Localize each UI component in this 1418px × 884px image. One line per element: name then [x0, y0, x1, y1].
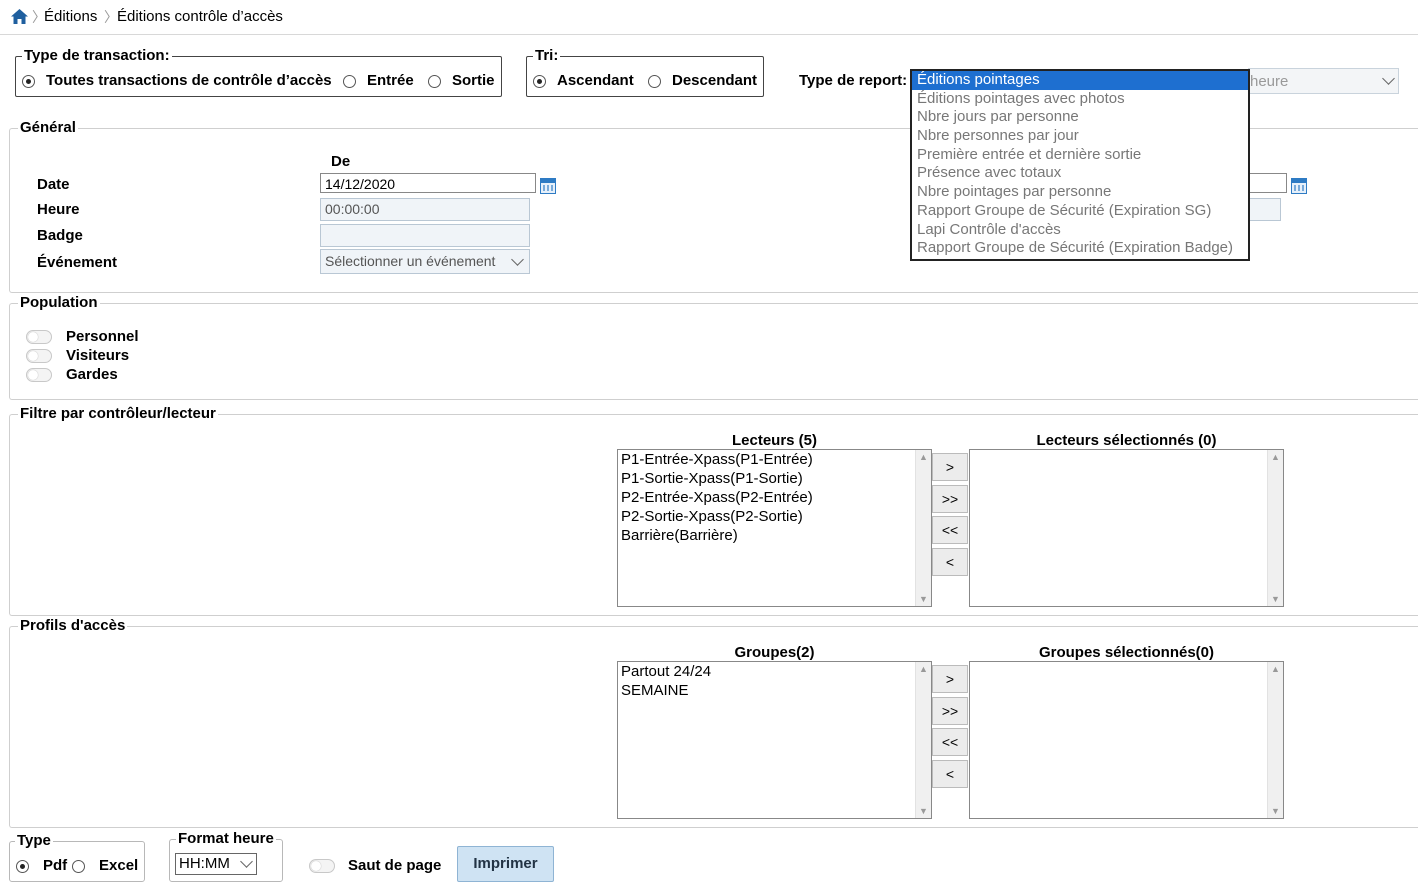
radio-pdf[interactable] — [16, 860, 29, 873]
scrollbar[interactable]: ▲ ▼ — [1267, 662, 1283, 818]
breadcrumb: 〉 Éditions 〉 Éditions contrôle d’accès — [0, 0, 1418, 35]
scrollbar[interactable]: ▲ ▼ — [915, 450, 931, 606]
breadcrumb-item-current: Éditions contrôle d’accès — [117, 8, 283, 25]
groupes-available-list[interactable]: Partout 24/24 SEMAINE ▲ ▼ — [617, 661, 932, 819]
report-option[interactable]: Lapi Contrôle d'accès — [912, 221, 1248, 240]
move-left-button[interactable]: < — [932, 548, 968, 576]
date-from-input[interactable]: 14/12/2020 — [320, 173, 536, 193]
chevron-down-icon — [240, 855, 253, 868]
radio-entree[interactable] — [343, 75, 356, 88]
personnel-label: Personnel — [66, 328, 139, 345]
report-option[interactable]: Rapport Groupe de Sécurité (Expiration B… — [912, 239, 1248, 258]
lecteurs-available-title: Lecteurs (5) — [731, 432, 818, 449]
move-all-left-button[interactable]: << — [932, 516, 968, 544]
filtre-legend: Filtre par contrôleur/lecteur — [18, 405, 218, 422]
move-left-button[interactable]: < — [932, 760, 968, 788]
toggle-personnel[interactable] — [26, 330, 52, 344]
radio-ascendant[interactable] — [533, 75, 546, 88]
radio-all-transactions-label: Toutes transactions de contrôle d’accès — [46, 72, 332, 89]
breadcrumb-item-editions[interactable]: Éditions — [44, 8, 97, 25]
evenement-select-value: Sélectionner un événement — [325, 253, 496, 269]
radio-pdf-label: Pdf — [43, 857, 68, 874]
visiteurs-label: Visiteurs — [66, 347, 130, 364]
scrollbar[interactable]: ▲ ▼ — [915, 662, 931, 818]
report-type-dropdown[interactable]: Éditions pointages Éditions pointages av… — [910, 69, 1250, 261]
col-de-header: De — [331, 153, 351, 170]
report-option[interactable]: Rapport Groupe de Sécurité (Expiration S… — [912, 202, 1248, 221]
list-item[interactable]: P1-Entrée-Xpass(P1-Entrée) — [618, 450, 931, 469]
radio-excel-label: Excel — [99, 857, 139, 874]
groupes-available-title: Groupes(2) — [734, 644, 815, 661]
radio-ascendant-label: Ascendant — [557, 72, 634, 89]
move-right-button[interactable]: > — [932, 453, 968, 481]
format-heure-value: HH:MM — [179, 855, 230, 872]
radio-excel[interactable] — [72, 860, 85, 873]
list-item[interactable]: P2-Sortie-Xpass(P2-Sortie) — [618, 507, 931, 526]
radio-sortie[interactable] — [428, 75, 441, 88]
move-all-left-button[interactable]: << — [932, 728, 968, 756]
print-button[interactable]: Imprimer — [457, 846, 554, 882]
home-icon[interactable] — [10, 8, 29, 25]
saut-de-page-label: Saut de page — [348, 857, 442, 874]
list-item[interactable]: P1-Sortie-Xpass(P1-Sortie) — [618, 469, 931, 488]
toggle-gardes[interactable] — [26, 368, 52, 382]
toggle-saut-de-page[interactable] — [309, 859, 335, 873]
evenement-label: Événement — [37, 254, 118, 271]
chevron-down-icon — [1382, 72, 1395, 85]
report-type-select-value: heure — [1250, 73, 1289, 90]
tri-legend: Tri: — [533, 47, 561, 64]
output-type-legend: Type — [15, 832, 53, 849]
date-label: Date — [37, 176, 70, 193]
radio-sortie-label: Sortie — [452, 72, 495, 89]
evenement-select[interactable]: Sélectionner un événement — [320, 249, 530, 274]
report-type-label: Type de report: — [799, 72, 908, 89]
list-item[interactable]: SEMAINE — [618, 681, 931, 700]
scrollbar[interactable]: ▲ ▼ — [1267, 450, 1283, 606]
gardes-label: Gardes — [66, 366, 118, 383]
profils-legend: Profils d'accès — [18, 617, 128, 634]
radio-all-transactions[interactable] — [22, 75, 35, 88]
lecteurs-available-list[interactable]: P1-Entrée-Xpass(P1-Entrée) P1-Sortie-Xpa… — [617, 449, 932, 607]
move-right-button[interactable]: > — [932, 665, 968, 693]
format-heure-select[interactable]: HH:MM — [175, 853, 257, 875]
radio-descendant-label: Descendant — [672, 72, 758, 89]
general-legend: Général — [18, 119, 78, 136]
list-item[interactable]: Partout 24/24 — [618, 662, 931, 681]
report-option-selected[interactable]: Éditions pointages — [912, 71, 1248, 90]
breadcrumb-separator: 〉 — [104, 9, 118, 25]
population-section — [9, 303, 1418, 400]
report-option[interactable]: Présence avec totaux — [912, 164, 1248, 183]
lecteurs-selected-title: Lecteurs sélectionnés (0) — [1036, 432, 1217, 449]
population-legend: Population — [18, 294, 100, 311]
move-all-right-button[interactable]: >> — [932, 485, 968, 513]
groupes-selected-title: Groupes sélectionnés(0) — [1038, 644, 1215, 661]
report-option[interactable]: Nbre pointages par personne — [912, 183, 1248, 202]
lecteurs-selected-list[interactable]: ▲ ▼ — [969, 449, 1284, 607]
badge-label: Badge — [37, 227, 83, 244]
list-item[interactable]: P2-Entrée-Xpass(P2-Entrée) — [618, 488, 931, 507]
calendar-icon[interactable] — [1291, 178, 1307, 194]
report-type-select[interactable]: heure — [1248, 68, 1399, 94]
format-heure-legend: Format heure — [176, 830, 276, 847]
heure-label: Heure — [37, 201, 80, 218]
toggle-visiteurs[interactable] — [26, 349, 52, 363]
list-item[interactable]: Barrière(Barrière) — [618, 526, 931, 545]
groupes-selected-list[interactable]: ▲ ▼ — [969, 661, 1284, 819]
move-all-right-button[interactable]: >> — [932, 697, 968, 725]
calendar-icon[interactable] — [540, 178, 556, 194]
report-option[interactable]: Éditions pointages avec photos — [912, 90, 1248, 109]
report-option[interactable]: Nbre jours par personne — [912, 108, 1248, 127]
badge-input[interactable] — [320, 224, 530, 247]
report-option[interactable]: Première entrée et dernière sortie — [912, 146, 1248, 165]
report-option[interactable]: Nbre personnes par jour — [912, 127, 1248, 146]
transaction-type-legend: Type de transaction: — [22, 47, 172, 64]
radio-entree-label: Entrée — [367, 72, 414, 89]
heure-from-input[interactable]: 00:00:00 — [320, 198, 530, 221]
radio-descendant[interactable] — [648, 75, 661, 88]
